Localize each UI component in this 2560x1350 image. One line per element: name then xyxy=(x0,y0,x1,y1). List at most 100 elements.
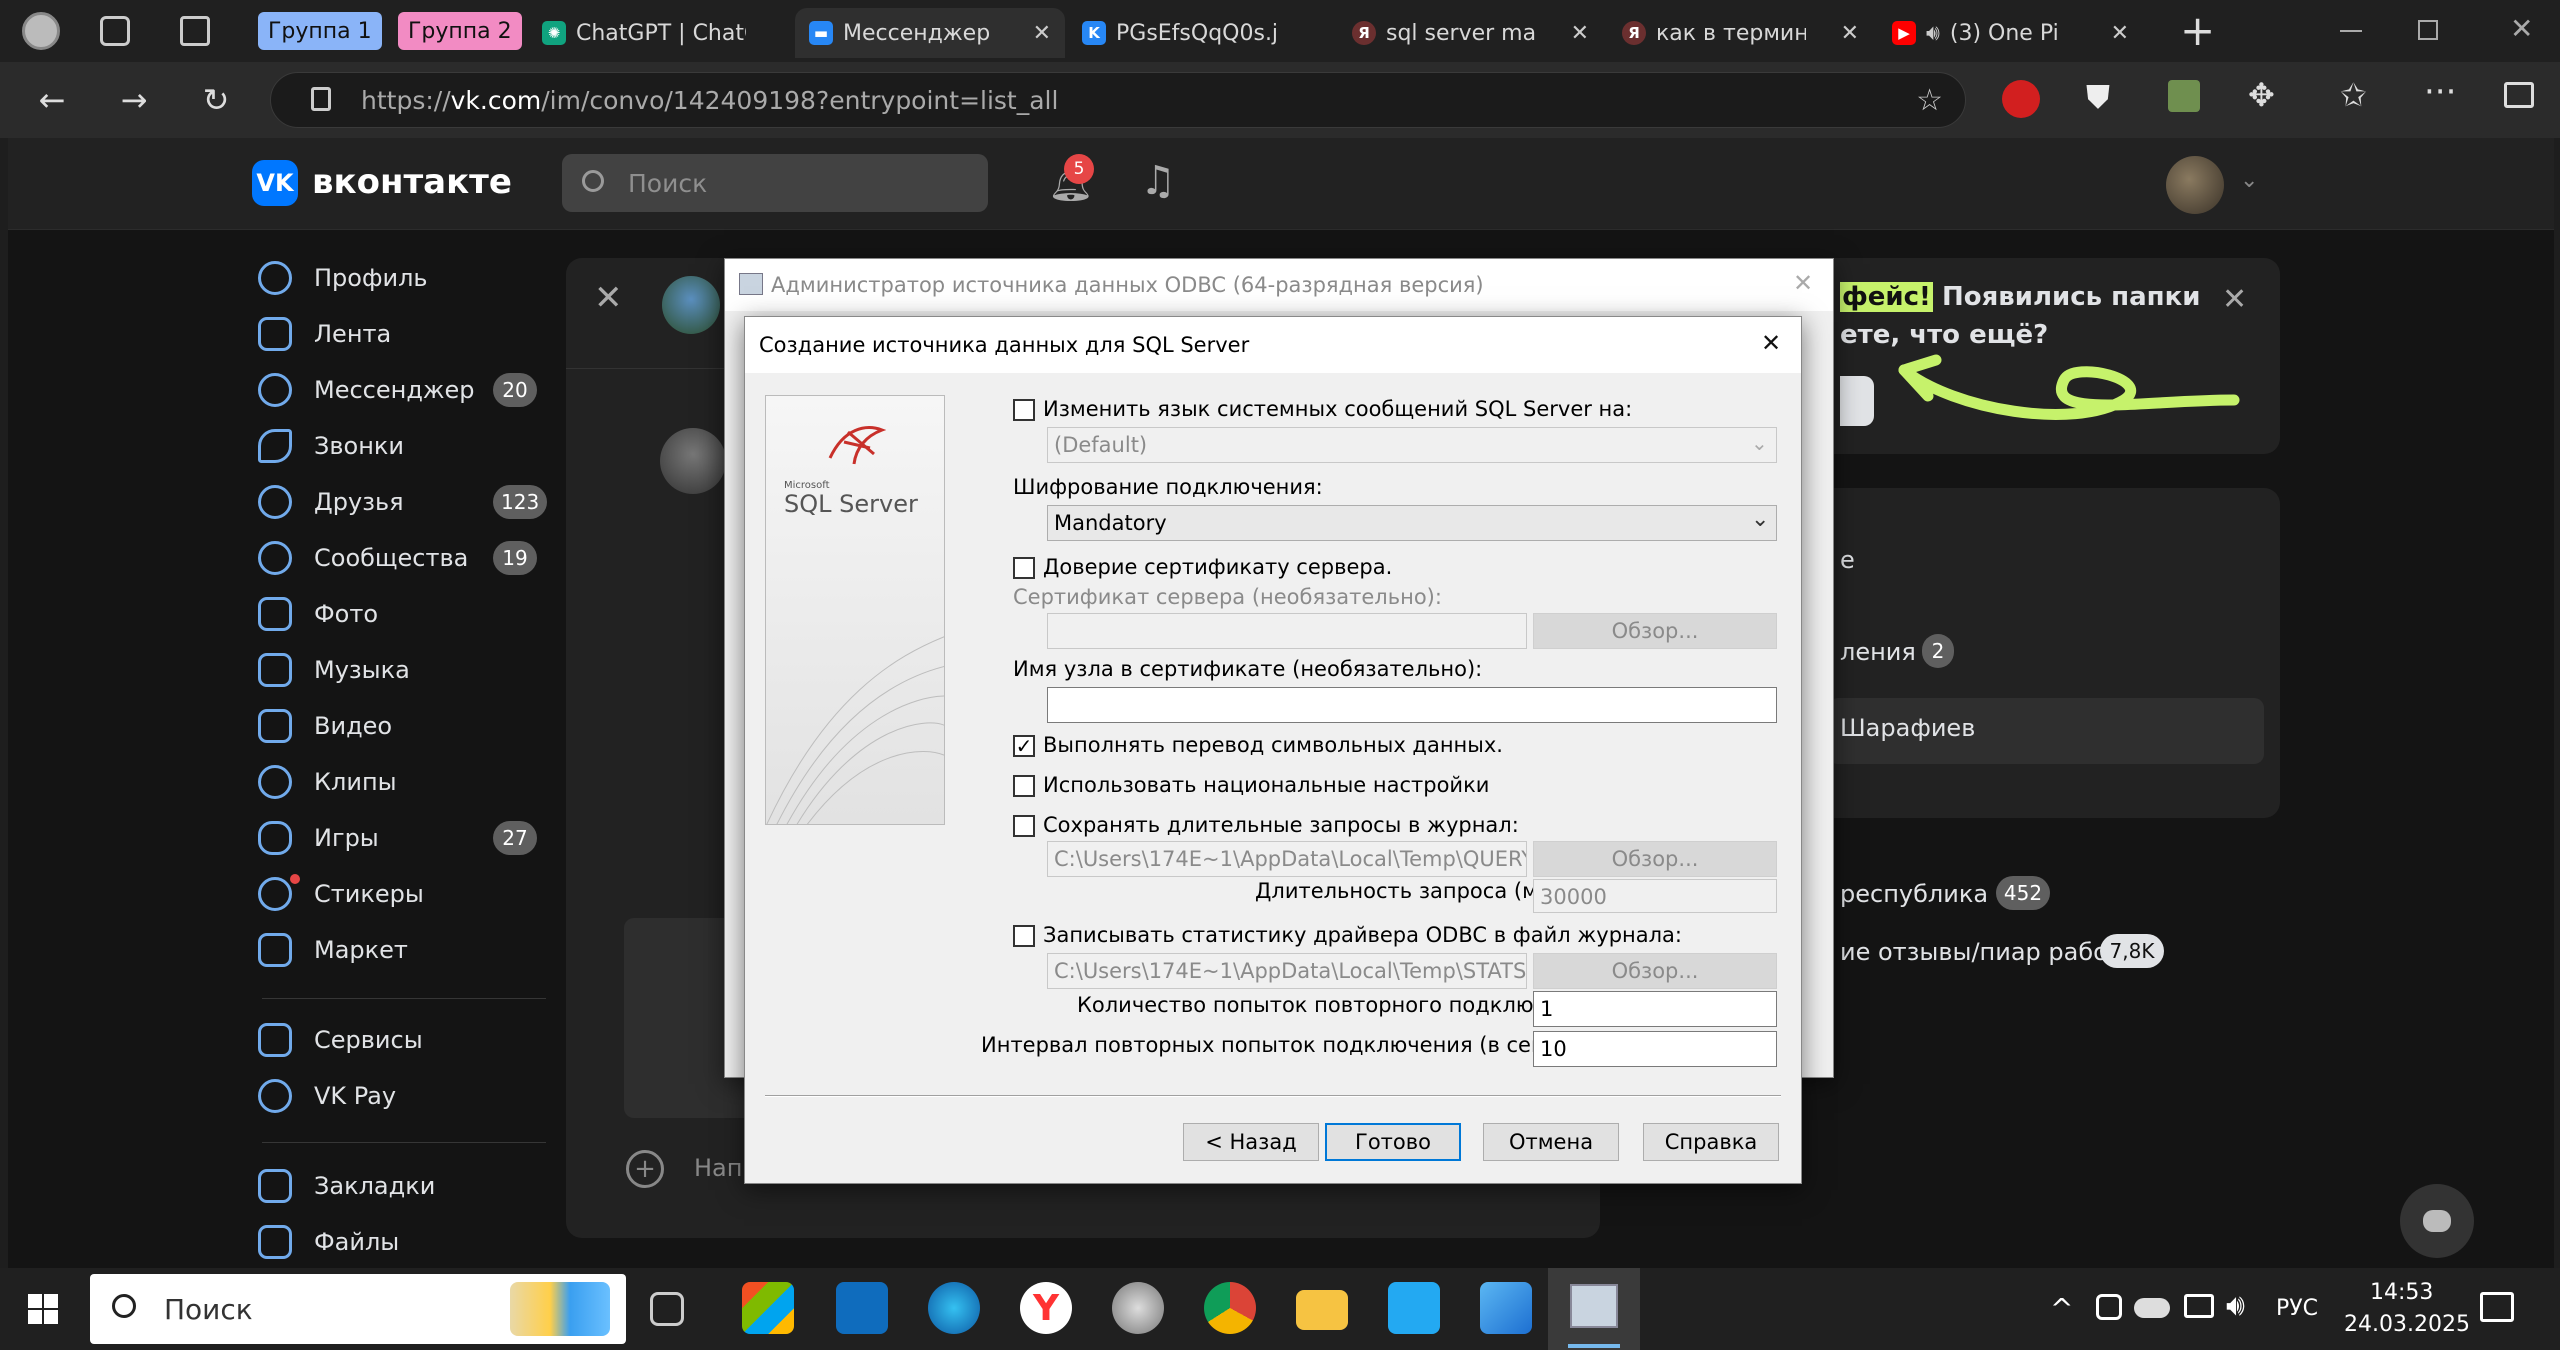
reload-icon[interactable]: ↻ xyxy=(192,76,240,124)
chat-list-item[interactable]: ие отзывы/пиар работ xyxy=(1840,938,2122,966)
help-button[interactable]: Справка xyxy=(1643,1123,1779,1161)
tab-image[interactable]: K PGsEfsQqQ0s.jp xyxy=(1068,8,1333,58)
browse-stats-log-button[interactable]: Обзор... xyxy=(1533,953,1777,989)
long-query-log-path[interactable]: C:\Users\174E~1\AppData\Local\Temp\QUERY… xyxy=(1047,841,1527,877)
vk-logo-icon[interactable]: VK xyxy=(252,160,298,206)
cancel-button[interactable]: Отмена xyxy=(1483,1123,1619,1161)
trust-cert-checkbox[interactable] xyxy=(1013,557,1035,579)
browse-query-log-button[interactable]: Обзор... xyxy=(1533,841,1777,877)
favorite-star-icon[interactable]: ☆ xyxy=(1916,83,1943,118)
sidebar-item-video[interactable]: Видео xyxy=(258,706,392,746)
chrome-icon[interactable] xyxy=(1204,1282,1256,1334)
log-long-queries-checkbox[interactable] xyxy=(1013,815,1035,837)
sidebar-item-profile[interactable]: Профиль xyxy=(258,258,428,298)
extension-shield-icon[interactable]: ⛊ xyxy=(2086,78,2110,117)
sidebar-item-communities[interactable]: Сообщества xyxy=(258,538,468,578)
vscode-icon[interactable] xyxy=(1388,1282,1440,1334)
server-cert-input[interactable] xyxy=(1047,613,1527,649)
chat-list-item[interactable]: Шарафиев xyxy=(1840,714,1975,742)
stats-log-path[interactable]: C:\Users\174E~1\AppData\Local\Temp\STATS… xyxy=(1047,953,1527,989)
driver-stats-checkbox[interactable] xyxy=(1013,925,1035,947)
close-tab-icon[interactable]: ✕ xyxy=(1571,21,1589,46)
sidebar-item-games[interactable]: Игры xyxy=(258,818,379,858)
change-language-checkbox[interactable] xyxy=(1013,399,1035,421)
profile-avatar-icon[interactable] xyxy=(22,12,60,50)
address-bar[interactable]: https://vk.com/im/convo/142409198?entryp… xyxy=(270,72,1966,128)
task-view-icon[interactable] xyxy=(650,1292,684,1326)
forward-icon[interactable]: → xyxy=(110,76,158,124)
translate-checkbox[interactable]: ✓ xyxy=(1013,734,1035,758)
network-icon[interactable] xyxy=(2184,1294,2214,1318)
tab-group-2[interactable]: Группа 2 xyxy=(398,12,522,50)
sidebar-item-feed[interactable]: Лента xyxy=(258,314,391,354)
extension-stop-icon[interactable] xyxy=(2002,80,2040,118)
chat-list-item[interactable]: ления xyxy=(1840,638,1916,666)
tab-group-1[interactable]: Группа 1 xyxy=(258,12,382,50)
chat-list-item[interactable]: республика xyxy=(1840,880,1988,908)
windows-start-icon[interactable] xyxy=(28,1294,58,1324)
odbc-taskbar-button[interactable] xyxy=(1548,1268,1640,1350)
retry-count-input[interactable]: 1 xyxy=(1533,991,1777,1027)
odbc-admin-close-icon[interactable]: ✕ xyxy=(1793,269,1813,297)
promo-button[interactable] xyxy=(1840,376,1874,426)
onedrive-icon[interactable] xyxy=(2134,1298,2170,1318)
notification-center-icon[interactable] xyxy=(2480,1292,2514,1322)
sidebar-toggle-icon[interactable] xyxy=(2504,82,2534,108)
language-select[interactable]: (Default) xyxy=(1047,427,1777,463)
new-tab-button[interactable]: + xyxy=(2180,6,2215,55)
speaker-app-icon[interactable] xyxy=(1112,1282,1164,1334)
sidebar-item-calls[interactable]: Звонки xyxy=(258,426,404,466)
encryption-select[interactable]: Mandatory xyxy=(1047,505,1777,541)
attachment-add-icon[interactable]: + xyxy=(626,1150,664,1188)
sidebar-item-messenger[interactable]: Мессенджер xyxy=(258,370,475,410)
vk-logo-text[interactable]: вконтакте xyxy=(312,162,512,202)
clock-time[interactable]: 14:53 xyxy=(2370,1280,2433,1305)
regional-settings-checkbox[interactable] xyxy=(1013,775,1035,797)
input-language[interactable]: РУС xyxy=(2276,1296,2318,1321)
sidebar-item-services[interactable]: Сервисы xyxy=(258,1020,423,1060)
favorites-icon[interactable]: ✩ xyxy=(2340,76,2367,114)
tray-meet-icon[interactable] xyxy=(2096,1294,2122,1320)
message-sender-avatar[interactable] xyxy=(660,428,726,494)
sidebar-item-photos[interactable]: Фото xyxy=(258,594,378,634)
user-avatar[interactable] xyxy=(2166,156,2224,214)
sidebar-item-bookmarks[interactable]: Закладки xyxy=(258,1166,435,1206)
tab-messenger[interactable]: ▬ Мессенджер ✕ xyxy=(795,8,1065,58)
file-explorer-icon[interactable] xyxy=(1296,1290,1348,1330)
extension-icon[interactable] xyxy=(2168,80,2200,112)
chat-peer-avatar[interactable] xyxy=(662,276,720,334)
tab-sql-server[interactable]: Я sql server mana ✕ xyxy=(1338,8,1603,58)
vertical-tabs-icon[interactable] xyxy=(180,16,210,46)
dialog-close-icon[interactable]: ✕ xyxy=(1761,329,1781,357)
edge-icon[interactable] xyxy=(928,1282,980,1334)
sidebar-item-clips[interactable]: Клипы xyxy=(258,762,397,802)
close-tab-icon[interactable]: ✕ xyxy=(2111,21,2129,46)
finish-button[interactable]: Готово xyxy=(1325,1123,1461,1161)
microsoft-store-icon[interactable] xyxy=(742,1282,794,1334)
close-tab-icon[interactable]: ✕ xyxy=(1033,21,1051,46)
query-time-input[interactable]: 30000 xyxy=(1533,879,1777,913)
vk-search-input[interactable]: Поиск xyxy=(562,154,988,212)
back-button[interactable]: < Назад xyxy=(1183,1123,1319,1161)
chat-bubble-button[interactable] xyxy=(2400,1184,2474,1258)
tab-terminal[interactable]: Я как в терминал ✕ xyxy=(1608,8,1873,58)
sidebar-item-friends[interactable]: Друзья xyxy=(258,482,404,522)
restore-icon[interactable] xyxy=(2418,20,2438,40)
chat-list-item[interactable]: е xyxy=(1840,546,1855,574)
close-tab-icon[interactable]: ✕ xyxy=(1841,21,1859,46)
music-note-icon[interactable]: ♫ xyxy=(1140,158,1176,204)
browse-cert-button[interactable]: Обзор... xyxy=(1533,613,1777,649)
minimize-icon[interactable] xyxy=(2340,30,2362,32)
close-chat-icon[interactable]: ✕ xyxy=(594,278,623,318)
workspaces-icon[interactable] xyxy=(100,16,130,46)
volume-icon[interactable]: 🔊︎ xyxy=(2226,1288,2245,1323)
yandex-browser-icon[interactable]: Y xyxy=(1020,1282,1072,1334)
extensions-puzzle-icon[interactable]: ✥ xyxy=(2248,76,2275,114)
sidebar-item-market[interactable]: Маркет xyxy=(258,930,408,970)
sidebar-item-music[interactable]: Музыка xyxy=(258,650,410,690)
taskbar-search-box[interactable]: Поиск xyxy=(90,1274,626,1344)
retry-interval-input[interactable]: 10 xyxy=(1533,1031,1777,1067)
photos-icon[interactable] xyxy=(1480,1282,1532,1334)
tab-chatgpt[interactable]: ✺ ChatGPT | ChatG xyxy=(528,8,793,58)
host-cert-input[interactable] xyxy=(1047,687,1777,723)
